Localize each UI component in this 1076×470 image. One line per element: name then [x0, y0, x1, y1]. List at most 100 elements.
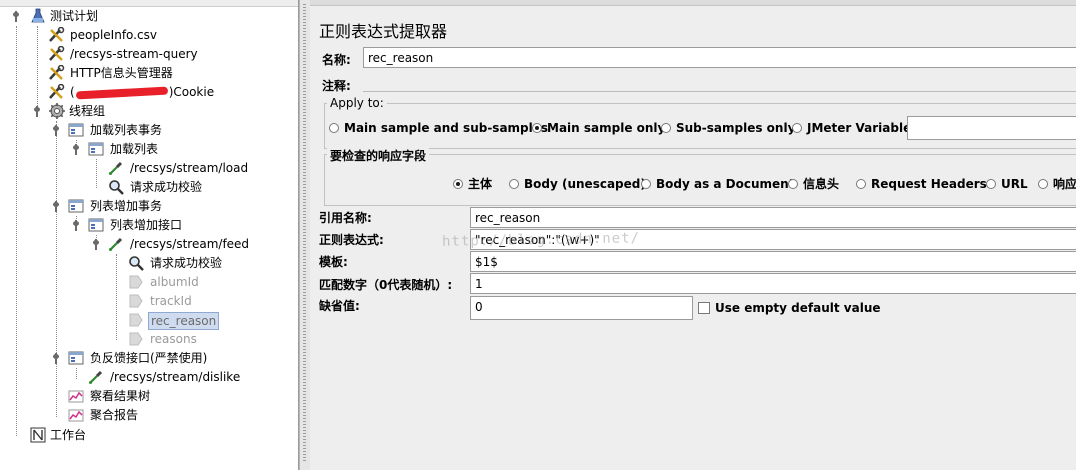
reference-name-input[interactable]: rec_reason — [470, 207, 1076, 228]
tree-item-load-list[interactable]: 加载列表 — [70, 140, 270, 159]
tree-item-sampler-dislike[interactable]: /recsys/stream/dislike — [70, 368, 290, 387]
controller-icon — [68, 198, 84, 214]
tree-item-label: /recsys/stream/load — [130, 161, 249, 175]
tree-item-label: 线程组 — [69, 104, 106, 118]
tree-item-label-prefix: ( — [70, 85, 75, 99]
tree-item-add-api[interactable]: 列表增加接口 — [70, 216, 270, 235]
postprocessor-tag-icon — [128, 331, 144, 347]
tree-item-label: 测试计划 — [50, 9, 99, 23]
checkbox-box[interactable] — [698, 302, 710, 314]
tree-connector — [56, 121, 57, 417]
tree-item-label: albumId — [150, 275, 199, 289]
controller-icon — [68, 350, 84, 366]
controller-icon — [88, 217, 104, 233]
controller-icon — [88, 141, 104, 157]
tree-expand-toggle[interactable] — [50, 197, 62, 216]
assertion-magnifier-icon — [108, 179, 124, 195]
radio-button[interactable] — [509, 179, 519, 189]
tree-item-label: trackId — [150, 294, 192, 308]
radio-button[interactable] — [661, 123, 671, 133]
apply-to-title: Apply to: — [327, 96, 387, 110]
tree-item-sampler-load[interactable]: /recsys/stream/load — [90, 159, 290, 178]
tree-item-label: ()Cookie — [70, 83, 214, 102]
tree-item-label: 列表增加事务 — [90, 199, 163, 213]
tree-item-extractor-rec-reason[interactable]: rec_reason — [110, 311, 290, 330]
config-wrench-icon — [48, 64, 65, 81]
name-input[interactable]: rec_reason — [363, 47, 1076, 68]
tree-item-transaction-load[interactable]: 加载列表事务 — [50, 121, 250, 140]
postprocessor-tag-icon — [128, 293, 144, 309]
tree-item-header-manager[interactable]: HTTP信息头管理器 — [30, 64, 230, 83]
tree-expand-toggle[interactable] — [50, 121, 62, 140]
jmeter-variable-input[interactable] — [907, 116, 1076, 140]
config-wrench-icon — [48, 26, 65, 43]
tree-expand-toggle[interactable] — [90, 235, 102, 254]
radio-button[interactable] — [792, 123, 802, 133]
tree-expand-toggle[interactable] — [70, 140, 82, 159]
tree-item-thread-group[interactable]: 线程组 — [31, 102, 231, 121]
tree-expand-toggle[interactable] — [50, 349, 62, 368]
tree-item-csv-data[interactable]: peopleInfo.csv — [30, 26, 230, 45]
tree-item-cookie-manager[interactable]: ()Cookie — [30, 83, 250, 102]
radio-button-selected[interactable] — [532, 123, 542, 133]
tree-item-workbench[interactable]: 工作台 — [10, 426, 210, 445]
radio-label: 信息头 — [803, 177, 840, 191]
radio-button[interactable] — [1038, 179, 1048, 189]
radio-button[interactable] — [788, 179, 798, 189]
thread-group-gear-icon — [49, 103, 65, 119]
radio-button[interactable] — [986, 179, 996, 189]
radio-button-selected[interactable] — [453, 179, 463, 189]
sampler-pipette-icon — [108, 236, 124, 252]
tree-item-assertion-load[interactable]: 请求成功校验 — [90, 178, 290, 197]
test-plan-tree[interactable]: 测试计划 peopleInfo.csv /recsys-stream-query… — [0, 0, 299, 470]
controller-icon — [68, 122, 84, 138]
postprocessor-tag-icon — [128, 312, 144, 328]
tree-item-label: 察看结果树 — [90, 389, 151, 403]
tree-item-test-plan[interactable]: 测试计划 — [10, 7, 210, 26]
radio-button[interactable] — [641, 179, 651, 189]
tree-item-view-results-tree[interactable]: 察看结果树 — [50, 387, 250, 406]
radio-label: Sub-samples only — [676, 121, 796, 135]
tree-item-http-defaults[interactable]: /recsys-stream-query — [30, 45, 230, 64]
match-number-label: 匹配数字（0代表随机）: — [319, 278, 453, 292]
tree-item-assertion-feed[interactable]: 请求成功校验 — [110, 254, 290, 273]
tree-item-label: reasons — [150, 332, 197, 346]
radio-label: URL — [1001, 177, 1028, 191]
match-number-input[interactable]: 1 — [470, 273, 1076, 294]
tree-item-label: 加载列表事务 — [90, 123, 163, 137]
regex-label: 正则表达式: — [319, 233, 384, 247]
template-input[interactable]: $1$ — [470, 251, 1076, 272]
tree-item-label: 请求成功校验 — [130, 180, 203, 194]
regex-input[interactable]: "rec_reason":"(\w+)" — [470, 229, 1076, 250]
tree-item-extractor-reasons[interactable]: reasons — [110, 330, 290, 349]
test-plan-flask-icon — [30, 8, 46, 24]
radio-label: JMeter Variable — [807, 121, 912, 135]
tree-item-dislike-api[interactable]: 负反馈接口(严禁使用) — [50, 349, 280, 368]
comment-input[interactable] — [363, 91, 1076, 92]
tree-item-extractor-albumid[interactable]: albumId — [110, 273, 290, 292]
tree-item-extractor-trackid[interactable]: trackId — [110, 292, 290, 311]
radio-button[interactable] — [856, 179, 866, 189]
radio-label: Request Headers — [871, 177, 987, 191]
radio-button[interactable] — [329, 123, 339, 133]
tree-item-label: 加载列表 — [110, 142, 159, 156]
tree-connector — [16, 26, 17, 436]
regex-extractor-editor: 正则表达式提取器 名称: rec_reason 注释: Apply to: Ma… — [310, 0, 1076, 470]
tree-item-label: 列表增加接口 — [110, 218, 183, 232]
radio-label: Body (unescaped) — [524, 177, 646, 191]
tree-expand-toggle[interactable] — [70, 216, 82, 235]
editor-top-border — [310, 0, 1076, 6]
default-value-input[interactable]: 0 — [470, 296, 693, 320]
reference-name-label: 引用名称: — [319, 211, 372, 225]
divider-grip — [303, 4, 306, 462]
tree-item-aggregate-report[interactable]: 聚合报告 — [50, 406, 250, 425]
tree-item-transaction-add[interactable]: 列表增加事务 — [50, 197, 250, 216]
default-value-label: 缺省值: — [319, 299, 360, 313]
tree-expand-toggle[interactable] — [10, 7, 22, 26]
tree-expand-toggle[interactable] — [31, 102, 43, 121]
redaction-mark — [75, 86, 168, 99]
tree-item-label: 负反馈接口(严禁使用) — [90, 351, 208, 365]
tree-item-sampler-feed[interactable]: /recsys/stream/feed — [90, 235, 290, 254]
tree-item-label: 聚合报告 — [90, 408, 139, 422]
name-label: 名称: — [322, 53, 351, 67]
